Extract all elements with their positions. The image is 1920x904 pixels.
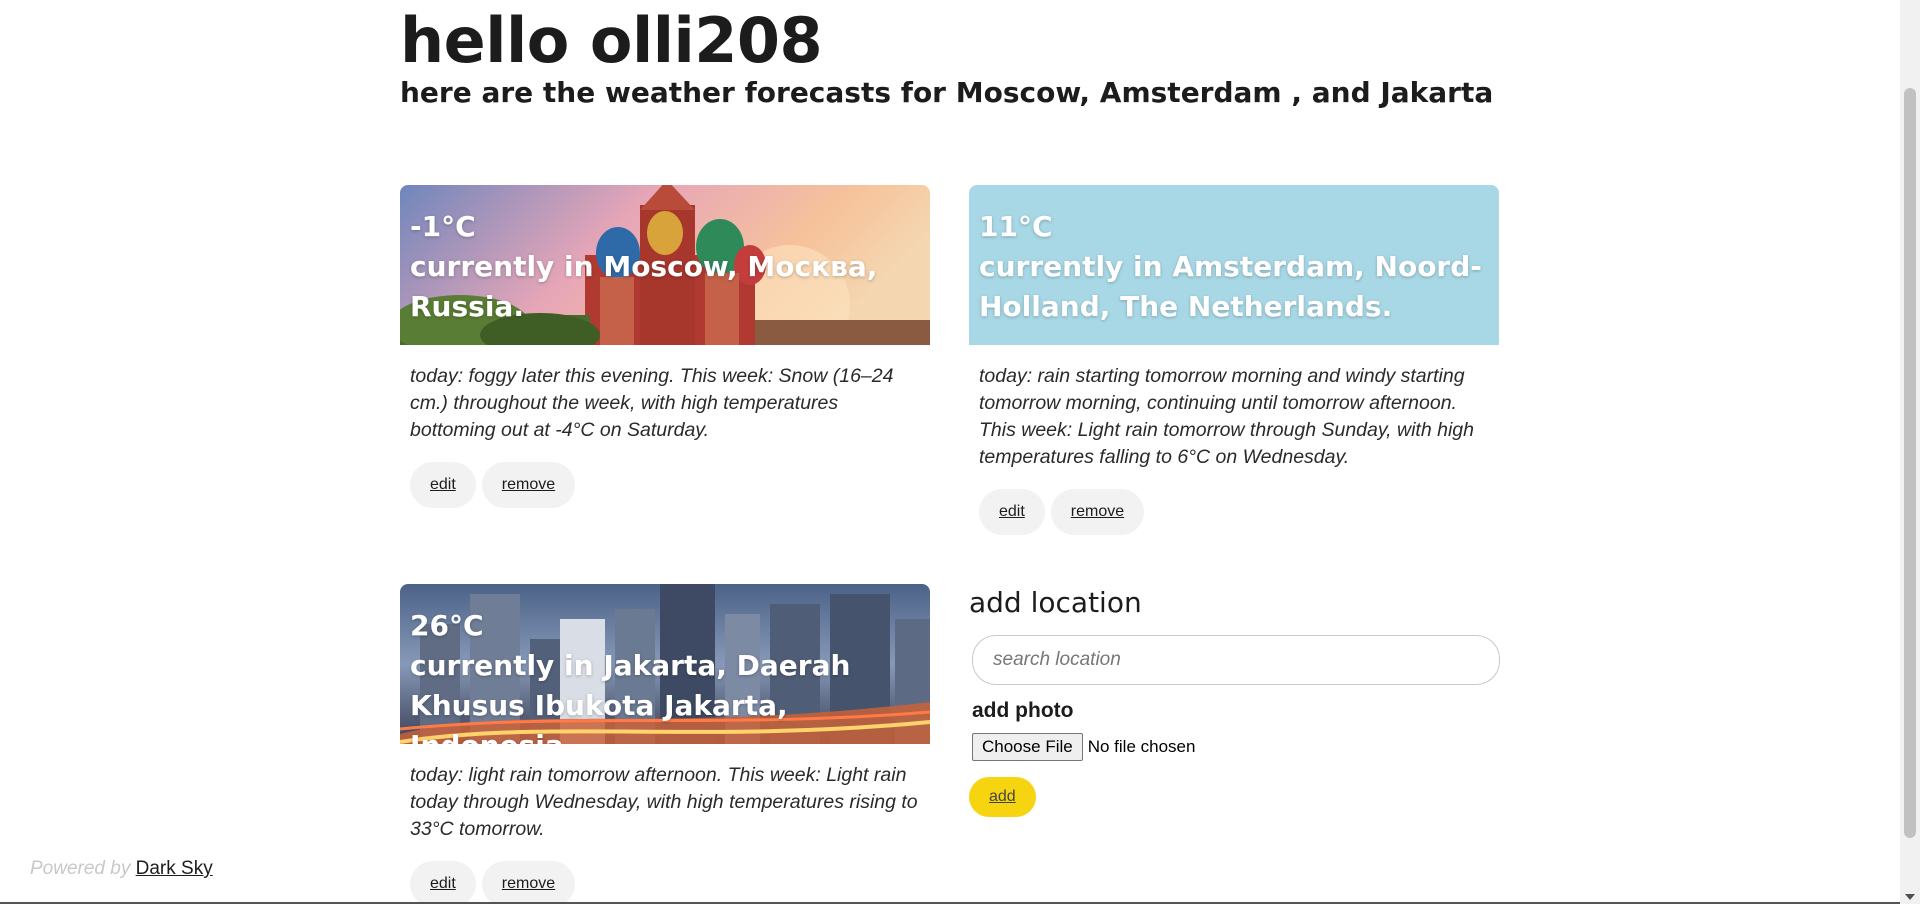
card-banner: 11°C currently in Amsterdam, Noord-Holla… <box>969 185 1499 345</box>
card-banner: -1°C currently in Moscow, Москва, Russia… <box>400 185 930 345</box>
edit-button[interactable]: edit <box>410 861 476 904</box>
forecast-description: today: rain starting tomorrow morning an… <box>979 365 1474 468</box>
dark-sky-link[interactable]: Dark Sky <box>136 858 213 879</box>
vertical-scrollbar[interactable] <box>1900 0 1920 904</box>
search-location-input[interactable] <box>972 635 1500 685</box>
greeting-heading: hello olli208 <box>400 4 823 77</box>
add-button[interactable]: add <box>969 777 1036 817</box>
location-title: currently in Jakarta, Daerah Khusus Ibuk… <box>410 649 851 744</box>
location-card-jakarta: 26°C currently in Jakarta, Daerah Khusus… <box>400 584 930 904</box>
edit-button[interactable]: edit <box>410 462 476 508</box>
scroll-down-arrow-icon[interactable] <box>1905 894 1915 900</box>
file-picker: Choose File No file chosen <box>972 733 1499 761</box>
remove-button[interactable]: remove <box>481 861 576 904</box>
edit-button[interactable]: edit <box>979 489 1045 535</box>
file-status: No file chosen <box>1087 737 1196 756</box>
temperature: 26°C <box>410 609 484 642</box>
forecast-description: today: light rain tomorrow afternoon. Th… <box>410 764 918 840</box>
temperature: 11°C <box>979 210 1053 243</box>
forecast-description: today: foggy later this evening. This we… <box>410 365 894 441</box>
add-photo-label: add photo <box>972 699 1074 722</box>
temperature: -1°C <box>410 210 476 243</box>
scrollbar-thumb[interactable] <box>1904 88 1916 838</box>
forecast-subtitle: here are the weather forecasts for Mosco… <box>400 76 1494 109</box>
add-location-title: add location <box>969 586 1142 619</box>
location-card-moscow: -1°C currently in Moscow, Москва, Russia… <box>400 185 930 508</box>
page: hello olli208 here are the weather forec… <box>0 0 1900 904</box>
remove-button[interactable]: remove <box>481 462 576 508</box>
remove-button[interactable]: remove <box>1050 489 1145 535</box>
location-title: currently in Moscow, Москва, Russia. <box>410 250 878 323</box>
add-location-form: add location add photo Choose File No fi… <box>969 586 1500 817</box>
location-title: currently in Amsterdam, Noord-Holland, T… <box>979 250 1482 323</box>
powered-by-prefix: Powered by <box>30 858 131 879</box>
card-banner: 26°C currently in Jakarta, Daerah Khusus… <box>400 584 930 744</box>
location-card-amsterdam: 11°C currently in Amsterdam, Noord-Holla… <box>969 185 1499 535</box>
choose-file-button[interactable]: Choose File <box>972 733 1083 761</box>
powered-by: Powered by Dark Sky <box>30 858 213 880</box>
